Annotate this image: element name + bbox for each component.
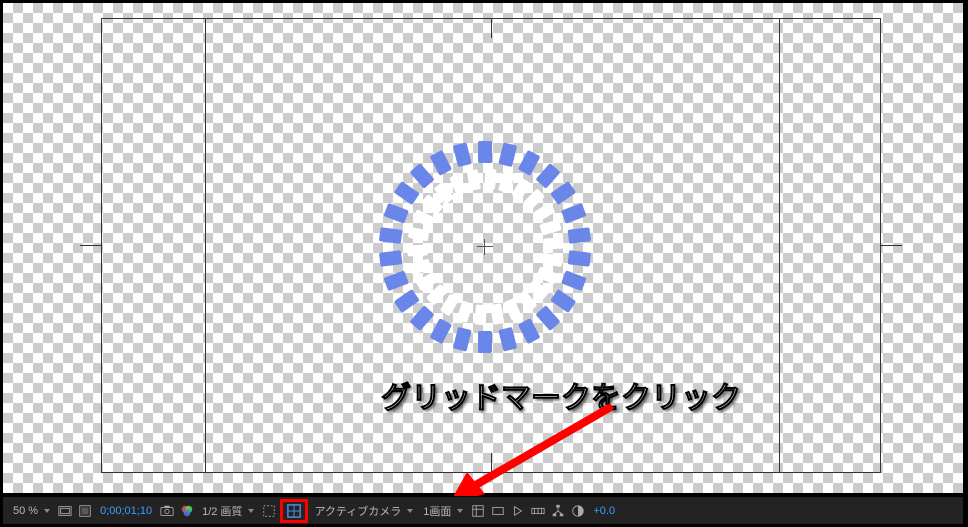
camera-value: アクティブカメラ: [314, 503, 401, 519]
ring-dash-inner: [409, 258, 431, 274]
grid-toggle-button[interactable]: [280, 499, 308, 523]
mask-toggle-icon[interactable]: [76, 502, 94, 520]
tick-left: [80, 245, 101, 246]
ring-dash-outer: [409, 163, 434, 189]
ring-dash-outer: [498, 142, 517, 167]
tick-right: [881, 245, 902, 246]
roi-icon[interactable]: [260, 502, 278, 520]
timecode-field[interactable]: 0;00;01;10: [96, 501, 156, 521]
snapshot-icon[interactable]: [158, 502, 176, 520]
ring-dash-outer: [430, 318, 453, 344]
ring-dash-inner: [466, 169, 480, 191]
ring-dash-inner: [503, 298, 521, 321]
timeline-icon[interactable]: [529, 502, 547, 520]
ring-dash-inner: [498, 171, 515, 193]
ring-dash-outer: [478, 141, 492, 163]
tick-top: [491, 18, 492, 38]
exposure-field[interactable]: +0.0: [589, 501, 619, 521]
ring-dash-inner: [412, 209, 435, 227]
safe-area-outer: [101, 18, 881, 473]
ring-dash-outer: [518, 318, 541, 344]
ring-dash-outer: [394, 181, 420, 205]
viewer-toolbar: 50 % 0;00;01;10 1/2 画質 アクティブカメラ 1画面: [3, 496, 963, 524]
tick-bottom: [491, 453, 492, 473]
annotation-arrow-icon: [449, 398, 629, 508]
fast-preview-icon[interactable]: [509, 502, 527, 520]
ring-dash-inner: [539, 219, 561, 235]
ring-dash-outer: [379, 250, 403, 267]
ring-dash-outer: [535, 305, 560, 331]
ring-dash-outer: [383, 203, 409, 224]
ring-dash-outer: [550, 289, 576, 313]
ring-dash-inner: [541, 253, 563, 268]
ring-dash-outer: [498, 327, 517, 352]
ring-dash-outer: [568, 250, 592, 267]
ring-dash-outer: [561, 203, 587, 224]
ring-dash-outer: [561, 270, 587, 291]
resolution-value: 1/2 画質: [202, 503, 242, 519]
channels-icon[interactable]: [178, 502, 196, 520]
timecode-value: 0;00;01;10: [100, 505, 152, 517]
ring-dash-inner: [489, 303, 503, 325]
ring-dash-outer: [409, 305, 434, 331]
ring-dash-outer: [379, 227, 403, 244]
flowchart-icon[interactable]: [549, 502, 567, 520]
composition-canvas[interactable]: グリッドマークをクリック: [3, 3, 963, 493]
safezone-icon[interactable]: [56, 502, 74, 520]
ring-dash-inner: [543, 238, 564, 250]
ring-dash-outer: [550, 181, 576, 205]
ring-dash-inner: [407, 244, 428, 256]
guides-icon[interactable]: [469, 502, 487, 520]
annotation-label: グリッドマークをクリック: [381, 373, 741, 417]
view-count-dropdown[interactable]: 1画面: [419, 501, 467, 521]
exposure-reset-icon[interactable]: [569, 502, 587, 520]
ring-dash-outer: [518, 150, 541, 176]
resolution-dropdown[interactable]: 1/2 画質: [198, 501, 258, 521]
view-count-value: 1画面: [423, 503, 451, 519]
ring-dash-outer: [383, 270, 409, 291]
safe-area-inner: [205, 18, 780, 473]
camera-dropdown[interactable]: アクティブカメラ: [310, 501, 417, 521]
ring-dash-inner: [474, 304, 486, 325]
ring-dash-outer: [394, 289, 420, 313]
ring-dash-inner: [407, 227, 429, 242]
ring-dash-outer: [453, 327, 472, 352]
ring-dash-inner: [484, 169, 496, 190]
zoom-dropdown[interactable]: 50 %: [9, 501, 54, 521]
ring-dash-outer: [453, 142, 472, 167]
exposure-value: +0.0: [593, 505, 615, 517]
ring-dash-outer: [568, 227, 592, 244]
ring-dash-outer: [478, 331, 492, 353]
center-cross-icon: [477, 239, 493, 255]
ring-dash-outer: [430, 150, 453, 176]
ring-dash-inner: [456, 301, 473, 323]
zoom-value: 50 %: [13, 505, 38, 517]
pixel-aspect-icon[interactable]: [489, 502, 507, 520]
ring-dash-outer: [535, 163, 560, 189]
